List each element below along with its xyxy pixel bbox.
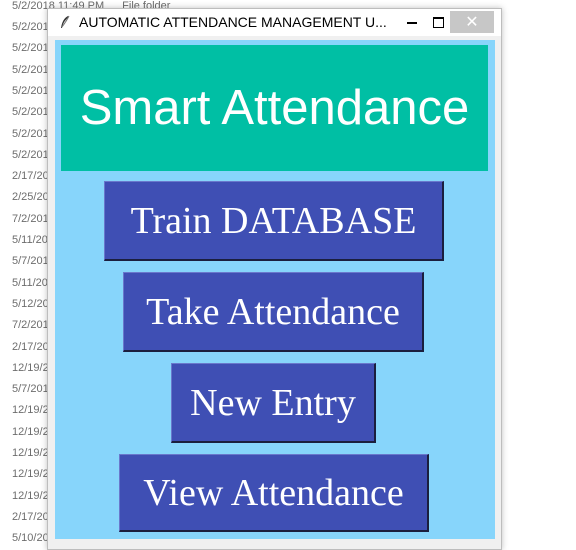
- view-attendance-button[interactable]: View Attendance: [119, 454, 429, 532]
- background-date-row: 2/17/20: [12, 340, 49, 353]
- background-date-row: 5/10/20: [12, 532, 49, 545]
- background-date-row: 7/2/201: [12, 212, 49, 225]
- background-date-row: 5/2/201: [12, 106, 49, 119]
- background-date-row: 5/2/201: [12, 148, 49, 161]
- title-bar[interactable]: AUTOMATIC ATTENDANCE MANAGEMENT U... ✕: [48, 9, 501, 36]
- background-date-row: 5/11/20: [12, 234, 48, 246]
- minimize-button[interactable]: [400, 11, 424, 33]
- background-date-row: 12/19/2: [12, 447, 49, 459]
- background-date-row: 5/2/201: [12, 21, 49, 33]
- app-window: AUTOMATIC ATTENDANCE MANAGEMENT U... ✕ S…: [47, 8, 502, 550]
- background-date-row: 12/19/2: [12, 489, 49, 502]
- feather-icon: [61, 15, 70, 28]
- background-date-row: 5/11/20: [12, 276, 48, 289]
- maximize-button[interactable]: [426, 11, 450, 33]
- background-date-row: 5/2/201: [12, 42, 49, 55]
- minimize-icon: [407, 22, 417, 24]
- app-content: Smart Attendance Train DATABASE Take Att…: [55, 40, 495, 539]
- take-attendance-button[interactable]: Take Attendance: [123, 272, 424, 352]
- background-date-row: 7/2/201: [12, 319, 49, 332]
- background-date-row: 5/2/201: [12, 127, 49, 140]
- background-date-row: 5/7/201: [12, 255, 49, 268]
- background-date-row: 5/2/201: [12, 84, 49, 97]
- app-header-banner: Smart Attendance: [61, 45, 488, 171]
- background-date-row: 12/19/2: [12, 404, 49, 417]
- background-date-row: 2/17/20: [12, 170, 49, 183]
- background-date-row: 2/17/20: [12, 510, 49, 523]
- new-entry-button[interactable]: New Entry: [171, 363, 376, 443]
- background-date-row: 12/19/2: [12, 425, 49, 438]
- window-title: AUTOMATIC ATTENDANCE MANAGEMENT U...: [79, 14, 387, 30]
- close-icon: ✕: [465, 14, 479, 31]
- background-date-row: 5/12/20: [12, 297, 49, 310]
- train-database-button[interactable]: Train DATABASE: [104, 181, 444, 261]
- background-date-row: 12/19/2: [12, 468, 49, 481]
- close-button[interactable]: ✕: [450, 11, 494, 33]
- background-date-row: 5/2/201: [12, 63, 49, 76]
- background-date-row: 12/19/2: [12, 361, 49, 374]
- background-date-row: 5/7/201: [12, 383, 49, 396]
- maximize-icon: [432, 16, 444, 28]
- background-date-row: 2/25/20: [12, 191, 49, 204]
